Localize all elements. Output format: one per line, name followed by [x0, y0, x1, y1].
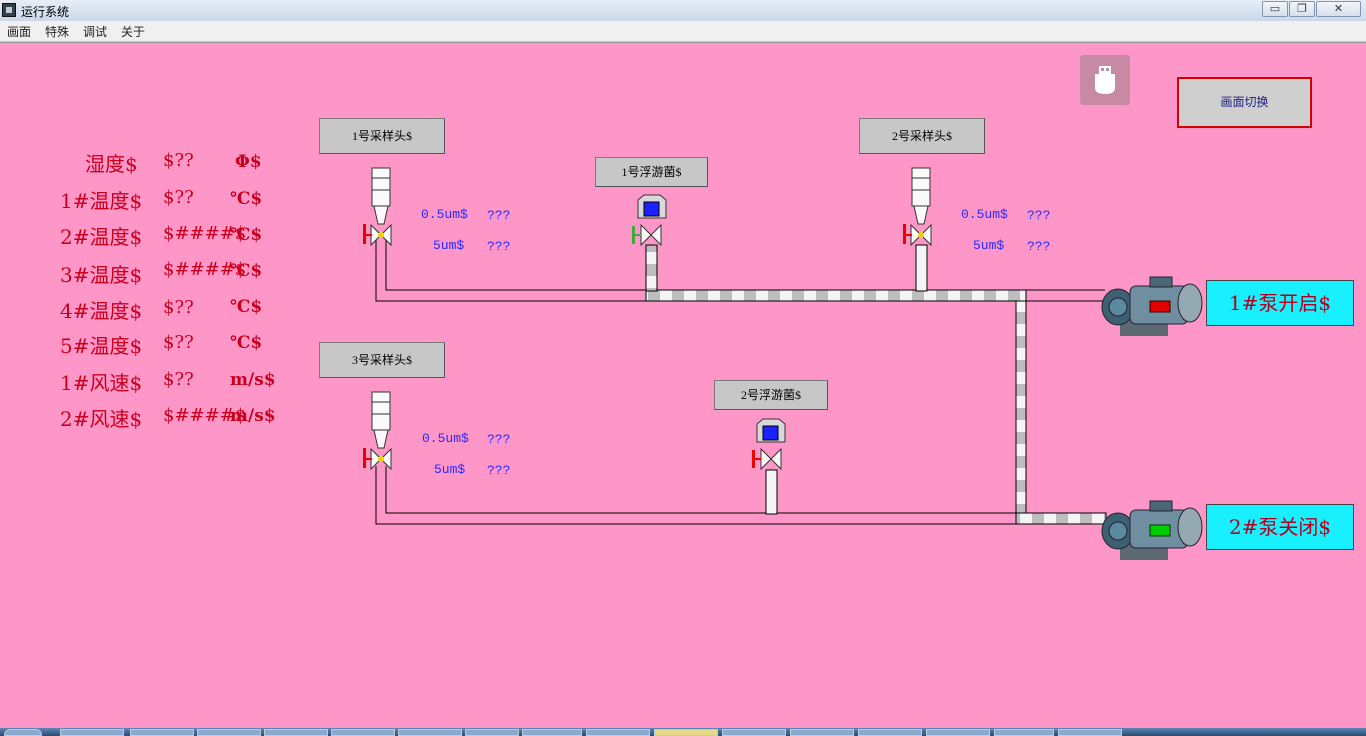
s3-05um-value: ???	[487, 432, 511, 447]
humidity-label: 湿度$	[85, 152, 138, 176]
taskbar	[0, 728, 1366, 736]
sampler-head-1-button[interactable]: 1号采样头$	[319, 118, 445, 154]
screen-switch-button[interactable]: 画面切换	[1177, 77, 1312, 128]
s1-05um-value: ???	[487, 208, 511, 223]
temp1-label: 1#温度$	[60, 189, 143, 213]
temp3-label: 3#温度$	[60, 263, 143, 287]
s2-5um-value: ???	[1027, 239, 1051, 254]
taskbar-app-13[interactable]	[858, 729, 922, 736]
taskbar-app-12[interactable]	[790, 729, 854, 736]
plankton-sampler-1-button[interactable]: 1号浮游菌$	[595, 157, 708, 187]
taskbar-app-8[interactable]	[522, 729, 582, 736]
temp5-value: $??	[163, 332, 194, 353]
process-canvas	[0, 42, 1366, 729]
wind2-label: 2#风速$	[60, 407, 143, 431]
plankton-sampler-2-button[interactable]: 2号浮游菌$	[714, 380, 828, 410]
taskbar-app-active[interactable]	[654, 729, 718, 736]
taskbar-app-4[interactable]	[264, 729, 328, 736]
maximize-button[interactable]: ❐	[1289, 1, 1315, 17]
usb-button[interactable]	[1080, 55, 1130, 105]
close-button[interactable]: ✕	[1316, 1, 1361, 17]
temp2-label: 2#温度$	[60, 225, 143, 249]
taskbar-app-16[interactable]	[1058, 729, 1122, 736]
temp3-unit: ℃$	[230, 261, 263, 281]
s1-05um-label: 0.5um$	[421, 207, 468, 222]
taskbar-app-5[interactable]	[331, 729, 395, 736]
taskbar-app-1[interactable]	[60, 729, 124, 736]
taskbar-app-2[interactable]	[130, 729, 194, 736]
menu-bar: 画面 特殊 调试 关于	[0, 21, 1366, 42]
s3-5um-value: ???	[487, 463, 511, 478]
temp5-label: 5#温度$	[60, 334, 143, 358]
sampler-head-2-button[interactable]: 2号采样头$	[859, 118, 985, 154]
menu-item-about[interactable]: 关于	[121, 23, 145, 40]
s3-5um-label: 5um$	[434, 462, 466, 477]
taskbar-app-6[interactable]	[398, 729, 462, 736]
s2-5um-label: 5um$	[973, 238, 1005, 253]
temp4-label: 4#温度$	[60, 299, 143, 323]
taskbar-app-9[interactable]	[586, 729, 650, 736]
pump-1-status[interactable]: 1#泵开启$	[1206, 280, 1354, 326]
title-bar: 运行系统 ▭ ❐ ✕	[0, 0, 1366, 22]
menu-item-screen[interactable]: 画面	[7, 23, 31, 40]
taskbar-app-7[interactable]	[465, 729, 519, 736]
temp2-unit: ℃$	[230, 225, 263, 245]
usb-drive-icon	[1095, 66, 1115, 94]
s1-5um-value: ???	[487, 239, 511, 254]
temp4-unit: ℃$	[230, 297, 263, 317]
humidity-unit: Φ$	[235, 152, 262, 172]
minimize-button[interactable]: ▭	[1262, 1, 1288, 17]
taskbar-app-3[interactable]	[197, 729, 261, 736]
wind1-unit: m/s$	[230, 370, 276, 390]
temp4-value: $??	[163, 297, 194, 318]
temp5-unit: ℃$	[230, 333, 263, 353]
window-title: 运行系统	[21, 5, 70, 19]
menu-item-debug[interactable]: 调试	[83, 23, 107, 40]
wind1-value: $??	[163, 369, 194, 390]
wind1-label: 1#风速$	[60, 371, 143, 395]
humidity-value: $??	[163, 150, 194, 171]
taskbar-app-15[interactable]	[994, 729, 1054, 736]
taskbar-app-11[interactable]	[722, 729, 786, 736]
s1-5um-label: 5um$	[433, 238, 465, 253]
s2-05um-value: ???	[1027, 208, 1051, 223]
pump-2-status[interactable]: 2#泵关闭$	[1206, 504, 1354, 550]
wind2-unit: m/s$	[230, 406, 276, 426]
menu-item-special[interactable]: 特殊	[45, 23, 69, 40]
sampler-head-3-button[interactable]: 3号采样头$	[319, 342, 445, 378]
taskbar-app-14[interactable]	[926, 729, 990, 736]
s2-05um-label: 0.5um$	[961, 207, 1008, 222]
temp1-unit: ℃$	[230, 189, 263, 209]
start-button[interactable]	[4, 729, 42, 736]
s3-05um-label: 0.5um$	[422, 431, 469, 446]
temp1-value: $??	[163, 187, 194, 208]
app-icon	[2, 3, 16, 17]
